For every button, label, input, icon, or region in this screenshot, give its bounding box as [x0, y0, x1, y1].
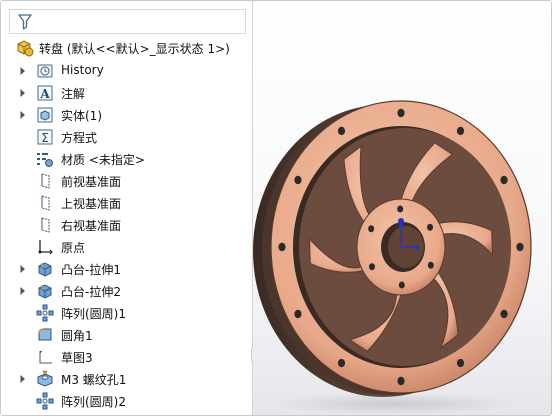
tree-item-label: 上视基准面	[61, 197, 122, 211]
funnel-icon[interactable]	[18, 14, 32, 30]
tree-item-sketch-3[interactable]: 草图3	[1, 346, 251, 368]
circular-pattern-icon	[36, 392, 54, 410]
rim-bolt-hole	[500, 309, 508, 319]
tree-item-label: 阵列(圆周)2	[61, 395, 126, 409]
rim-bolt-hole	[456, 358, 465, 368]
plane-icon	[36, 216, 54, 234]
rim-bolt-hole	[397, 108, 405, 118]
boss-extrude-icon	[36, 260, 54, 278]
tree-item-equations[interactable]: Σ 方程式	[1, 126, 251, 148]
boss-extrude-icon	[36, 282, 54, 300]
model-floor-shadow	[269, 393, 519, 415]
hub-bolt-hole	[368, 263, 375, 271]
rim-bolt-hole	[337, 358, 346, 368]
tree-item-history[interactable]: History	[1, 60, 251, 82]
history-icon	[36, 62, 54, 80]
material-icon	[36, 150, 54, 168]
origin-icon	[36, 238, 54, 256]
solid-body-icon	[36, 106, 54, 124]
tree-item-label: 草图3	[61, 351, 93, 365]
tree-item-circular-pattern-2[interactable]: 阵列(圆周)2	[1, 390, 251, 412]
turntable-wheel-3d-model[interactable]	[253, 1, 552, 416]
tree-item-label: 实体(1)	[61, 109, 102, 123]
rim-bolt-hole	[294, 175, 302, 185]
tree-item-right-plane[interactable]: 右视基准面	[1, 214, 251, 236]
expand-arrow-icon[interactable]	[18, 109, 28, 121]
rim-bolt-hole	[456, 126, 465, 136]
hub-bolt-hole	[368, 225, 375, 233]
hub-bolt-hole	[427, 223, 434, 231]
tree-item-label: 原点	[61, 241, 86, 255]
svg-text:A: A	[39, 87, 50, 101]
tree-item-label: 方程式	[61, 131, 98, 145]
tree-item-material[interactable]: 材质 <未指定>	[1, 148, 251, 170]
tree-item-label: 注解	[61, 87, 86, 101]
hub-bolt-hole	[427, 261, 434, 269]
tree-item-label: M3 螺纹孔1	[61, 373, 127, 387]
hub-bolt-hole	[397, 205, 404, 213]
tree-item-boss-extrude-1[interactable]: 凸台-拉伸1	[1, 258, 251, 280]
tree-item-label: 右视基准面	[61, 219, 122, 233]
rim-bolt-hole	[516, 242, 524, 252]
fillet-icon	[36, 326, 54, 344]
part-icon	[17, 40, 34, 57]
tree-item-circular-pattern-1[interactable]: 阵列(圆周)1	[1, 302, 251, 324]
plane-icon	[36, 172, 54, 190]
tree-item-label: 阵列(圆周)1	[61, 307, 126, 321]
rim-bolt-hole	[397, 376, 405, 386]
tree-root-part[interactable]: 转盘 (默认<<默认>_显示状态 1>)	[15, 37, 251, 59]
tree-item-origin[interactable]: 原点	[1, 236, 251, 258]
tree-item-label: History	[61, 63, 104, 77]
expand-arrow-icon[interactable]	[18, 285, 28, 297]
tree-items: History A 注解实体(1) Σ 方程式材质 <未指定> 前视基准面上视基准面右视基…	[1, 60, 251, 412]
rim-bolt-hole	[500, 175, 508, 185]
tree-item-hole-wizard[interactable]: M3 螺纹孔1	[1, 368, 251, 390]
annotation-icon: A	[36, 84, 54, 102]
expand-arrow-icon[interactable]	[18, 263, 28, 275]
tree-item-label: 圆角1	[61, 329, 93, 343]
expand-arrow-icon[interactable]	[18, 87, 28, 99]
hub-bolt-hole	[398, 281, 405, 289]
tree-item-front-plane[interactable]: 前视基准面	[1, 170, 251, 192]
tree-item-fillet-1[interactable]: 圆角1	[1, 324, 251, 346]
sketch-icon	[36, 348, 54, 366]
hole-wizard-icon	[36, 370, 54, 388]
expand-arrow-icon[interactable]	[18, 373, 28, 385]
rim-bolt-hole	[294, 309, 302, 319]
graphics-viewport[interactable]	[253, 1, 552, 416]
tree-item-boss-extrude-2[interactable]: 凸台-拉伸2	[1, 280, 251, 302]
tree-item-annotations[interactable]: A 注解	[1, 82, 251, 104]
circular-pattern-icon	[36, 304, 54, 322]
tree-item-solid-bodies[interactable]: 实体(1)	[1, 104, 251, 126]
svg-text:Σ: Σ	[41, 131, 49, 145]
tree-filter-bar[interactable]	[9, 9, 246, 34]
feature-manager-tree: 转盘 (默认<<默认>_显示状态 1>) History A 注解实体(1) Σ 方程式…	[1, 1, 257, 415]
tree-item-label: 前视基准面	[61, 175, 122, 189]
tree-item-label: 材质 <未指定>	[61, 153, 145, 167]
tree-item-top-plane[interactable]: 上视基准面	[1, 192, 251, 214]
tree-item-label: 凸台-拉伸1	[61, 263, 121, 277]
app-window: 转盘 (默认<<默认>_显示状态 1>) History A 注解实体(1) Σ 方程式…	[0, 0, 552, 416]
expand-arrow-icon[interactable]	[18, 65, 28, 77]
rim-bolt-hole	[278, 242, 286, 252]
rim-bolt-hole	[337, 126, 346, 136]
tree-item-label: 凸台-拉伸2	[61, 285, 121, 299]
plane-icon	[36, 194, 54, 212]
tree-root-label: 转盘 (默认<<默认>_显示状态 1>)	[39, 41, 230, 56]
equation-icon: Σ	[36, 128, 54, 146]
